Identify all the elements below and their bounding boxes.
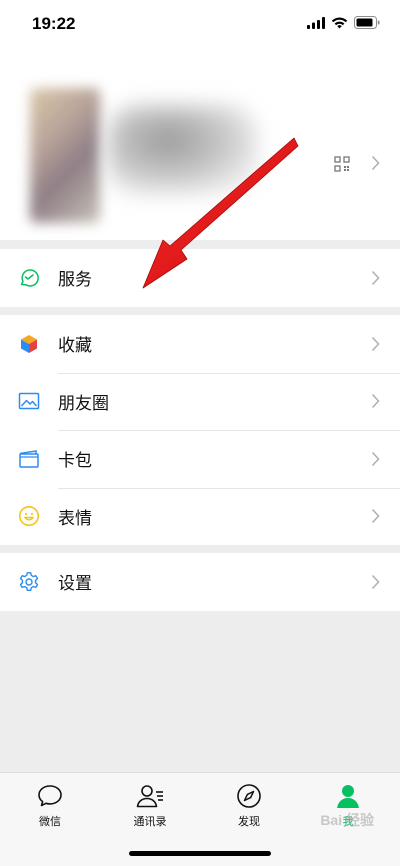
menu-item-label: 服务 (58, 270, 92, 290)
cellular-signal-icon (307, 16, 325, 29)
services-section: 服务 (0, 249, 400, 307)
home-indicator (129, 851, 271, 856)
profile-header[interactable] (0, 50, 400, 240)
status-icons (307, 16, 380, 29)
me-person-icon (337, 785, 359, 808)
card-wallet-icon (18, 448, 40, 470)
menu-item-label: 卡包 (58, 451, 92, 471)
nickname-blurred (108, 105, 258, 195)
chevron-right-icon[interactable] (371, 155, 380, 171)
menu-item-label: 收藏 (58, 336, 92, 356)
avatar[interactable] (30, 88, 100, 223)
menu-item-services[interactable]: 服务 (0, 249, 400, 307)
service-icon (18, 267, 40, 289)
menu-item-label: 设置 (58, 574, 92, 594)
chevron-right-icon (371, 451, 380, 466)
sticker-smile-icon (18, 505, 40, 527)
menu-item-label: 朋友圈 (58, 393, 109, 413)
tab-discover[interactable]: 发现 (219, 783, 279, 829)
status-time: 19:22 (32, 14, 76, 33)
menu-item-moments[interactable]: 朋友圈 (0, 372, 400, 431)
menu-item-settings[interactable]: 设置 (0, 553, 400, 611)
chevron-right-icon (371, 270, 380, 285)
chevron-right-icon (371, 509, 380, 524)
moments-image-icon (18, 390, 40, 412)
menu-item-stickers[interactable]: 表情 (0, 487, 400, 546)
chevron-right-icon (371, 574, 380, 589)
settings-section: 设置 (0, 553, 400, 611)
watermark: Bai 经验 (320, 812, 374, 828)
tab-chats[interactable]: 微信 (20, 783, 80, 829)
tab-label: 发现 (238, 816, 260, 828)
menu-item-favorites[interactable]: 收藏 (0, 315, 400, 373)
wifi-icon (331, 17, 348, 28)
tab-contacts[interactable]: 通讯录 (120, 783, 180, 829)
menu-item-label: 表情 (58, 508, 92, 528)
compass-icon (237, 784, 261, 808)
gear-icon (18, 571, 40, 593)
tab-label: 通讯录 (133, 816, 167, 828)
chat-bubble-icon (38, 785, 62, 807)
battery-icon (354, 16, 380, 29)
chevron-right-icon (371, 394, 380, 409)
chevron-right-icon (371, 336, 380, 351)
qr-code-icon[interactable] (334, 156, 350, 172)
menu-item-card-wallet[interactable]: 卡包 (0, 430, 400, 488)
tab-label: 微信 (39, 816, 61, 828)
status-bar: 19:22 (0, 0, 400, 50)
main-menu-section: 收藏 朋友圈 卡包 表情 (0, 315, 400, 545)
contacts-icon (136, 785, 163, 808)
favorites-cube-icon (18, 333, 40, 355)
